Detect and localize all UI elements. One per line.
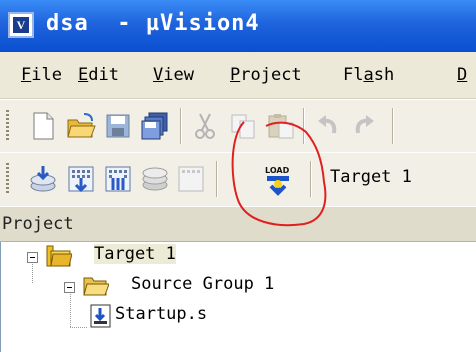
toolbar-separator xyxy=(310,161,312,197)
save-icon[interactable] xyxy=(103,111,133,141)
toolbar-separator xyxy=(303,108,305,144)
new-file-icon[interactable] xyxy=(28,111,58,141)
toolbar-separator xyxy=(392,108,394,144)
build-icon[interactable] xyxy=(66,164,96,194)
target-folder-icon xyxy=(46,244,73,268)
project-panel-header: Project xyxy=(0,206,476,242)
undo-icon[interactable] xyxy=(312,111,342,141)
menu-flash[interactable]: Flash xyxy=(343,65,394,85)
menu-bar: File Edit View Project Flash D xyxy=(0,52,476,99)
tree-item-label: Startup.s xyxy=(115,304,208,324)
redo-icon[interactable] xyxy=(350,111,380,141)
tree-item-source-group[interactable]: Source Group 1 xyxy=(1,272,476,300)
build-toolbar: LOAD Target 1 xyxy=(0,152,476,208)
project-tree: Target 1 Source Group 1 Startup.s xyxy=(0,242,476,352)
collapse-icon[interactable] xyxy=(64,282,75,293)
svg-text:LOAD: LOAD xyxy=(265,166,290,175)
save-all-icon[interactable] xyxy=(140,111,170,141)
toolbar-separator xyxy=(216,161,218,197)
toolbar-grip[interactable] xyxy=(6,163,9,195)
file-icon xyxy=(90,304,112,328)
tree-item-startup[interactable]: Startup.s xyxy=(1,302,476,330)
title-bar[interactable]: V dsa - µVision4 xyxy=(0,0,476,52)
menu-project[interactable]: Project xyxy=(230,65,302,85)
toolbar-grip[interactable] xyxy=(6,110,9,142)
collapse-icon[interactable] xyxy=(27,252,38,263)
load-icon[interactable]: LOAD xyxy=(262,164,292,196)
open-folder-icon[interactable] xyxy=(66,111,96,141)
tree-item-target[interactable]: Target 1 xyxy=(1,242,476,270)
window-title: dsa - µVision4 xyxy=(46,11,260,36)
app-icon[interactable]: V xyxy=(8,12,34,38)
file-toolbar xyxy=(0,99,476,153)
batch-build-icon[interactable] xyxy=(140,164,170,194)
tree-item-label: Target 1 xyxy=(94,244,176,264)
menu-debug[interactable]: D xyxy=(457,65,467,85)
folder-icon xyxy=(83,275,110,297)
menu-view[interactable]: View xyxy=(153,65,194,85)
copy-icon[interactable] xyxy=(228,111,258,141)
target-select[interactable]: Target 1 xyxy=(330,167,412,187)
toolbar-separator xyxy=(180,108,182,144)
translate-icon[interactable] xyxy=(28,164,58,194)
rebuild-icon[interactable] xyxy=(103,164,133,194)
menu-edit[interactable]: Edit xyxy=(78,65,119,85)
cut-icon[interactable] xyxy=(190,111,220,141)
paste-icon[interactable] xyxy=(266,111,296,141)
tree-item-label: Source Group 1 xyxy=(131,274,275,294)
stop-build-icon[interactable] xyxy=(176,164,206,194)
panel-title: Project xyxy=(2,214,74,234)
menu-file[interactable]: File xyxy=(21,65,62,85)
